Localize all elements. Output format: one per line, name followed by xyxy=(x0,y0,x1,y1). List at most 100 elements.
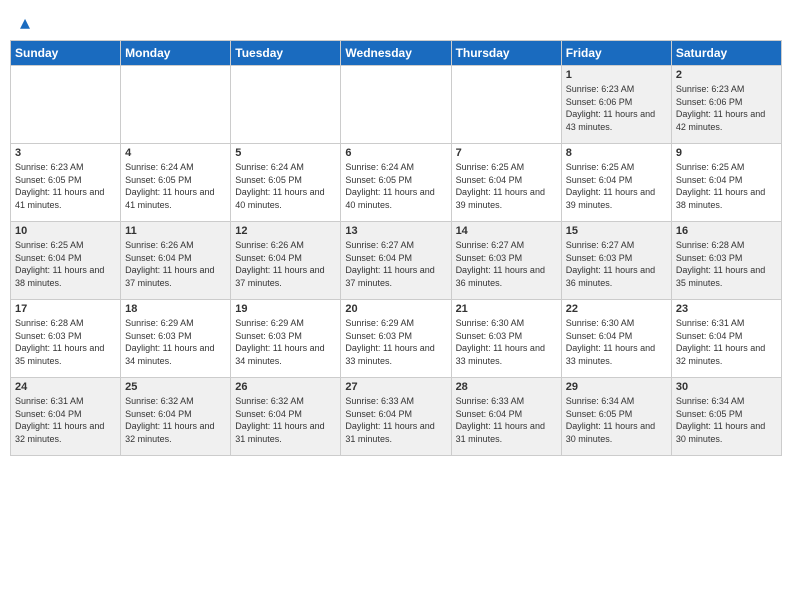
calendar-cell xyxy=(341,66,451,144)
day-number: 19 xyxy=(235,303,336,315)
day-info: Sunrise: 6:30 AMSunset: 6:03 PMDaylight:… xyxy=(456,317,557,367)
day-info: Sunrise: 6:27 AMSunset: 6:03 PMDaylight:… xyxy=(456,239,557,289)
day-info: Sunrise: 6:24 AMSunset: 6:05 PMDaylight:… xyxy=(125,161,226,211)
calendar-cell: 29 Sunrise: 6:34 AMSunset: 6:05 PMDayligh… xyxy=(561,378,671,456)
weekday-header-wednesday: Wednesday xyxy=(341,41,451,66)
calendar-cell: 24 Sunrise: 6:31 AMSunset: 6:04 PMDayligh… xyxy=(11,378,121,456)
calendar-cell: 7 Sunrise: 6:25 AMSunset: 6:04 PMDaylight… xyxy=(451,144,561,222)
calendar-week-row: 17 Sunrise: 6:28 AMSunset: 6:03 PMDayligh… xyxy=(11,300,782,378)
calendar-cell: 16 Sunrise: 6:28 AMSunset: 6:03 PMDayligh… xyxy=(671,222,781,300)
day-info: Sunrise: 6:34 AMSunset: 6:05 PMDaylight:… xyxy=(676,395,777,445)
day-number: 25 xyxy=(125,381,226,393)
day-info: Sunrise: 6:30 AMSunset: 6:04 PMDaylight:… xyxy=(566,317,667,367)
calendar-cell: 12 Sunrise: 6:26 AMSunset: 6:04 PMDayligh… xyxy=(231,222,341,300)
day-info: Sunrise: 6:28 AMSunset: 6:03 PMDaylight:… xyxy=(676,239,777,289)
day-info: Sunrise: 6:29 AMSunset: 6:03 PMDaylight:… xyxy=(345,317,446,367)
calendar-cell: 5 Sunrise: 6:24 AMSunset: 6:05 PMDaylight… xyxy=(231,144,341,222)
day-info: Sunrise: 6:26 AMSunset: 6:04 PMDaylight:… xyxy=(235,239,336,289)
day-number: 7 xyxy=(456,147,557,159)
day-number: 22 xyxy=(566,303,667,315)
day-info: Sunrise: 6:27 AMSunset: 6:04 PMDaylight:… xyxy=(345,239,446,289)
day-number: 16 xyxy=(676,225,777,237)
day-info: Sunrise: 6:24 AMSunset: 6:05 PMDaylight:… xyxy=(235,161,336,211)
calendar-week-row: 10 Sunrise: 6:25 AMSunset: 6:04 PMDayligh… xyxy=(11,222,782,300)
calendar-cell: 14 Sunrise: 6:27 AMSunset: 6:03 PMDayligh… xyxy=(451,222,561,300)
calendar-cell: 1 Sunrise: 6:23 AMSunset: 6:06 PMDaylight… xyxy=(561,66,671,144)
weekday-header-sunday: Sunday xyxy=(11,41,121,66)
day-number: 5 xyxy=(235,147,336,159)
calendar-week-row: 3 Sunrise: 6:23 AMSunset: 6:05 PMDaylight… xyxy=(11,144,782,222)
calendar-cell xyxy=(121,66,231,144)
day-info: Sunrise: 6:33 AMSunset: 6:04 PMDaylight:… xyxy=(345,395,446,445)
day-info: Sunrise: 6:23 AMSunset: 6:06 PMDaylight:… xyxy=(676,83,777,133)
day-number: 9 xyxy=(676,147,777,159)
day-number: 15 xyxy=(566,225,667,237)
calendar-cell xyxy=(11,66,121,144)
calendar-cell: 6Sunrise: 6:24 AMSunset: 6:05 PMDaylight… xyxy=(341,144,451,222)
day-number: 21 xyxy=(456,303,557,315)
day-number: 11 xyxy=(125,225,226,237)
calendar-cell: 2 Sunrise: 6:23 AMSunset: 6:06 PMDaylight… xyxy=(671,66,781,144)
calendar-cell: 30 Sunrise: 6:34 AMSunset: 6:05 PMDayligh… xyxy=(671,378,781,456)
day-info: Sunrise: 6:29 AMSunset: 6:03 PMDaylight:… xyxy=(235,317,336,367)
weekday-header-monday: Monday xyxy=(121,41,231,66)
day-number: 26 xyxy=(235,381,336,393)
day-number: 28 xyxy=(456,381,557,393)
calendar-cell: 9 Sunrise: 6:25 AMSunset: 6:04 PMDaylight… xyxy=(671,144,781,222)
day-info: Sunrise: 6:23 AMSunset: 6:05 PMDaylight:… xyxy=(15,161,116,211)
logo-bird-icon: ▴ xyxy=(20,12,30,34)
day-number: 1 xyxy=(566,69,667,81)
day-number: 14 xyxy=(456,225,557,237)
day-number: 2 xyxy=(676,69,777,81)
day-info: Sunrise: 6:25 AMSunset: 6:04 PMDaylight:… xyxy=(676,161,777,211)
day-info: Sunrise: 6:34 AMSunset: 6:05 PMDaylight:… xyxy=(566,395,667,445)
day-number: 4 xyxy=(125,147,226,159)
calendar-cell: 3 Sunrise: 6:23 AMSunset: 6:05 PMDaylight… xyxy=(11,144,121,222)
calendar-cell: 20 Sunrise: 6:29 AMSunset: 6:03 PMDayligh… xyxy=(341,300,451,378)
day-info: Sunrise: 6:33 AMSunset: 6:04 PMDaylight:… xyxy=(456,395,557,445)
day-number: 29 xyxy=(566,381,667,393)
weekday-header-friday: Friday xyxy=(561,41,671,66)
calendar-cell xyxy=(231,66,341,144)
day-number: 3 xyxy=(15,147,116,159)
calendar-table: SundayMondayTuesdayWednesdayThursdayFrid… xyxy=(10,40,782,456)
day-number: 10 xyxy=(15,225,116,237)
calendar-week-row: 1 Sunrise: 6:23 AMSunset: 6:06 PMDaylight… xyxy=(11,66,782,144)
calendar-cell: 22 Sunrise: 6:30 AMSunset: 6:04 PMDayligh… xyxy=(561,300,671,378)
calendar-cell: 8Sunrise: 6:25 AMSunset: 6:04 PMDaylight… xyxy=(561,144,671,222)
calendar-cell xyxy=(451,66,561,144)
day-number: 13 xyxy=(345,225,446,237)
calendar-cell: 27Sunrise: 6:33 AMSunset: 6:04 PMDayligh… xyxy=(341,378,451,456)
calendar-cell: 15 Sunrise: 6:27 AMSunset: 6:03 PMDayligh… xyxy=(561,222,671,300)
weekday-header-thursday: Thursday xyxy=(451,41,561,66)
day-info: Sunrise: 6:28 AMSunset: 6:03 PMDaylight:… xyxy=(15,317,116,367)
calendar-cell: 10 Sunrise: 6:25 AMSunset: 6:04 PMDayligh… xyxy=(11,222,121,300)
day-number: 30 xyxy=(676,381,777,393)
day-info: Sunrise: 6:31 AMSunset: 6:04 PMDaylight:… xyxy=(676,317,777,367)
weekday-header-row: SundayMondayTuesdayWednesdayThursdayFrid… xyxy=(11,41,782,66)
day-number: 6 xyxy=(345,147,446,159)
day-info: Sunrise: 6:23 AMSunset: 6:06 PMDaylight:… xyxy=(566,83,667,133)
day-number: 17 xyxy=(15,303,116,315)
calendar-cell: 18Sunrise: 6:29 AMSunset: 6:03 PMDayligh… xyxy=(121,300,231,378)
day-number: 12 xyxy=(235,225,336,237)
day-info: Sunrise: 6:32 AMSunset: 6:04 PMDaylight:… xyxy=(235,395,336,445)
day-info: Sunrise: 6:32 AMSunset: 6:04 PMDaylight:… xyxy=(125,395,226,445)
day-number: 23 xyxy=(676,303,777,315)
day-info: Sunrise: 6:26 AMSunset: 6:04 PMDaylight:… xyxy=(125,239,226,289)
calendar-cell: 11 Sunrise: 6:26 AMSunset: 6:04 PMDayligh… xyxy=(121,222,231,300)
calendar-week-row: 24 Sunrise: 6:31 AMSunset: 6:04 PMDayligh… xyxy=(11,378,782,456)
calendar-cell: 19 Sunrise: 6:29 AMSunset: 6:03 PMDayligh… xyxy=(231,300,341,378)
calendar-cell: 13 Sunrise: 6:27 AMSunset: 6:04 PMDayligh… xyxy=(341,222,451,300)
day-number: 24 xyxy=(15,381,116,393)
calendar-cell: 4 Sunrise: 6:24 AMSunset: 6:05 PMDaylight… xyxy=(121,144,231,222)
day-info: Sunrise: 6:31 AMSunset: 6:04 PMDaylight:… xyxy=(15,395,116,445)
day-info: Sunrise: 6:25 AMSunset: 6:04 PMDaylight:… xyxy=(15,239,116,289)
page-header: ▴ xyxy=(0,0,792,40)
day-number: 8 xyxy=(566,147,667,159)
day-number: 20 xyxy=(345,303,446,315)
day-info: Sunrise: 6:27 AMSunset: 6:03 PMDaylight:… xyxy=(566,239,667,289)
calendar-cell: 26 Sunrise: 6:32 AMSunset: 6:04 PMDayligh… xyxy=(231,378,341,456)
day-info: Sunrise: 6:25 AMSunset: 6:04 PMDaylight:… xyxy=(456,161,557,211)
calendar-cell: 23 Sunrise: 6:31 AMSunset: 6:04 PMDayligh… xyxy=(671,300,781,378)
